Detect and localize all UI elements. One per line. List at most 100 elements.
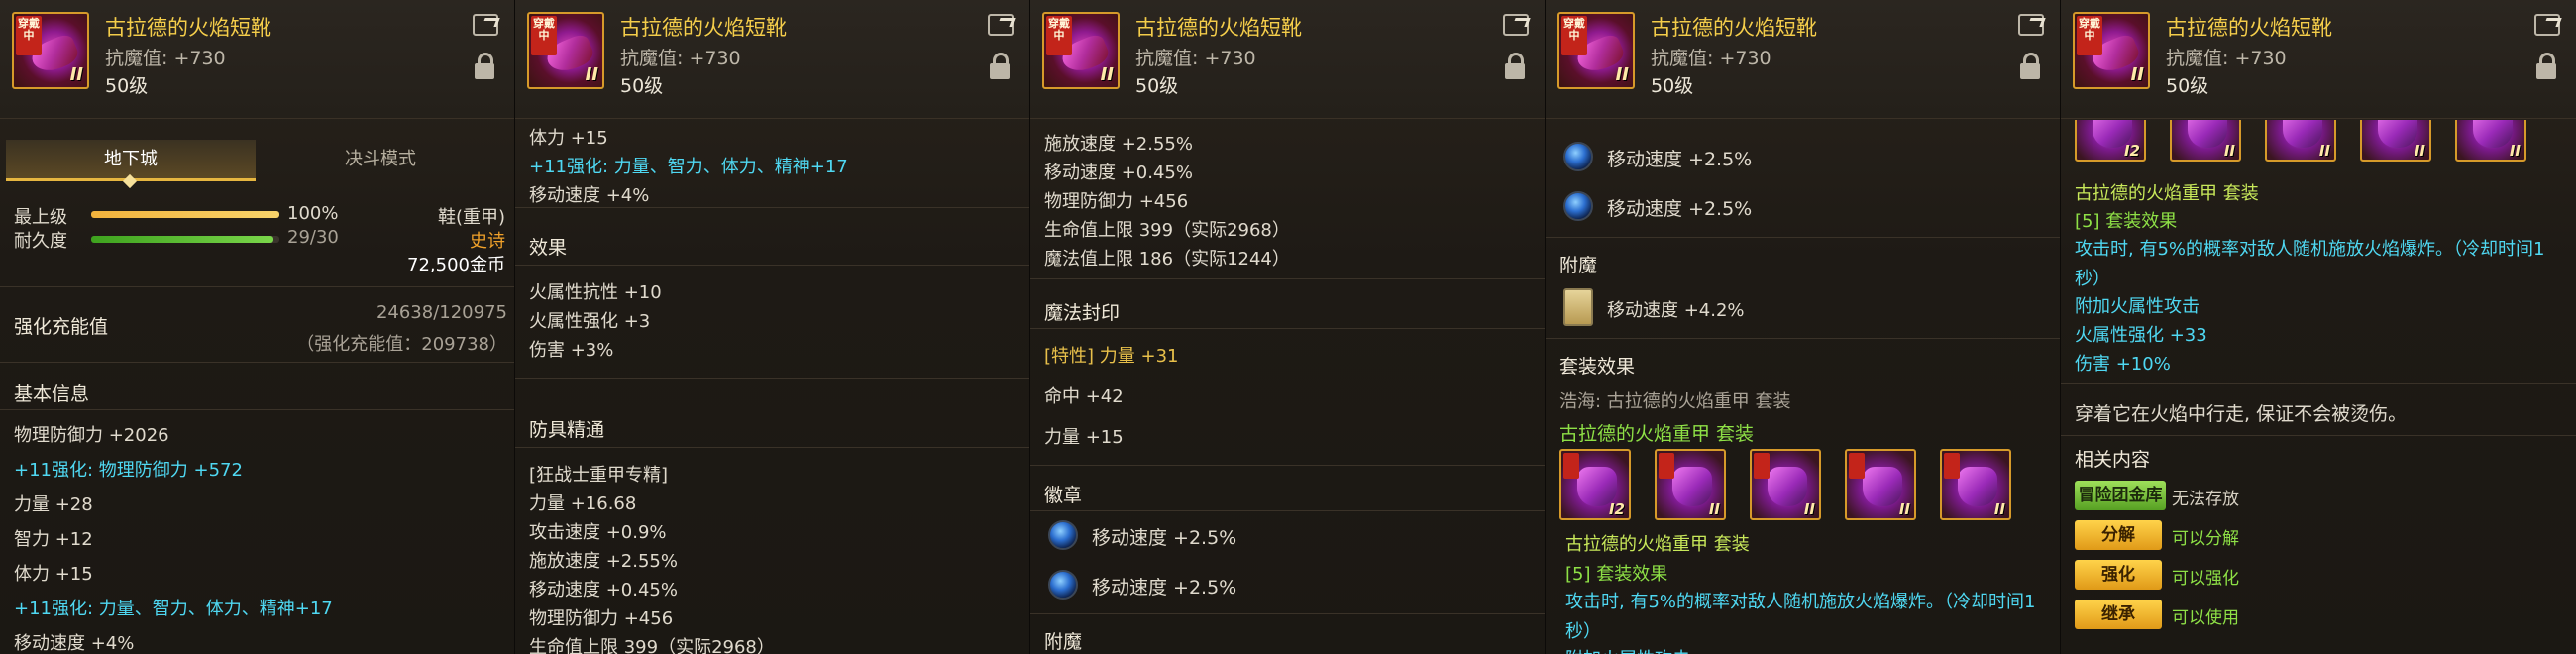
- stat-line: 体力 +15: [529, 128, 608, 149]
- set-item-icon[interactable]: II: [1655, 449, 1726, 520]
- share-icon[interactable]: [473, 14, 498, 36]
- equipped-badge: [1563, 453, 1579, 479]
- emblem-orb-icon: [1563, 142, 1593, 171]
- item-header: 穿戴中 II 古拉德的火焰短靴 抗魔值: +730 50级: [1030, 0, 1545, 119]
- tier-mark: II: [1100, 64, 1114, 85]
- magic-resist: 抗魔值: +730: [1651, 48, 1771, 69]
- share-icon[interactable]: [988, 14, 1014, 36]
- seal-title: 魔法封印: [1044, 302, 1121, 324]
- item-header: 穿戴中 II 古拉德的火焰短靴 抗魔值: +730 50级: [0, 0, 514, 119]
- lock-icon[interactable]: [990, 53, 1010, 79]
- item-level: 50级: [620, 75, 664, 97]
- stat-line: +11强化: 物理防御力 +572: [14, 460, 243, 481]
- tier-mark: II: [1898, 500, 1910, 518]
- mastery-line: 攻击速度 +0.9%: [529, 522, 667, 543]
- equipped-badge: 穿戴中: [1561, 16, 1587, 55]
- divider: [2061, 435, 2576, 436]
- action-button[interactable]: 强化: [2075, 560, 2162, 590]
- set-name-2: 古拉德的火焰重甲 套装: [1565, 534, 1750, 555]
- divider: [0, 286, 514, 287]
- action-button[interactable]: 分解: [2075, 520, 2162, 550]
- lock-icon[interactable]: [2536, 53, 2556, 79]
- magic-resist: 抗魔值: +730: [1135, 48, 1256, 69]
- item-level: 50级: [105, 75, 149, 97]
- mastery-line: 物理防御力 +456: [529, 608, 674, 629]
- panel-body: 地下城 决斗模式 最上级 100% 鞋(重甲) 耐久度 29/30 史诗 72,…: [0, 120, 514, 654]
- divider: [2061, 383, 2576, 384]
- set-item-icon[interactable]: II: [2265, 120, 2336, 162]
- set-source: 浩海: 古拉德的火焰重甲 套装: [1559, 391, 1791, 412]
- item-name: 古拉德的火焰短靴: [1135, 16, 1302, 40]
- divider: [1030, 613, 1545, 614]
- effect-title: 效果: [529, 237, 568, 259]
- set-name: 古拉德的火焰重甲 套装: [2075, 183, 2259, 204]
- equipped-badge: 穿戴中: [2077, 16, 2102, 55]
- stat-line: +11强化: 力量、智力、体力、精神+17: [14, 599, 333, 619]
- emblem-2: 移动速度 +2.5%: [1607, 198, 1753, 220]
- set-desc-2: 秒）: [1565, 621, 1601, 642]
- armor-icon: [1863, 467, 1902, 506]
- set-item-icon[interactable]: II: [1940, 449, 2011, 520]
- share-icon[interactable]: [2534, 14, 2560, 36]
- set-item-icon[interactable]: II: [2455, 120, 2526, 162]
- emblem-1: 移动速度 +2.5%: [1607, 149, 1753, 170]
- lock-icon[interactable]: [2020, 53, 2040, 79]
- divider: [515, 207, 1029, 208]
- stat-line: 物理防御力 +456: [1044, 191, 1189, 212]
- tier-mark: II: [585, 64, 598, 85]
- item-name: 古拉德的火焰短靴: [620, 16, 787, 40]
- charge-sub: （强化充能值：209738）: [296, 334, 507, 355]
- panel-body: I2 II II II II 古拉德的火焰重甲 套装 [5] 套装效果 攻击时, 有5%…: [2061, 120, 2576, 654]
- emblem-title: 徽章: [1044, 485, 1083, 506]
- item-level: 50级: [2166, 75, 2209, 97]
- divider: [515, 378, 1029, 379]
- set-item-icon[interactable]: II: [2360, 120, 2431, 162]
- lock-icon[interactable]: [1505, 53, 1525, 79]
- item-name: 古拉德的火焰短靴: [1651, 16, 1817, 40]
- action-button[interactable]: 继承: [2075, 600, 2162, 629]
- tier-mark: I2: [1608, 500, 1625, 518]
- share-icon[interactable]: [2018, 14, 2044, 36]
- action-button[interactable]: 冒险团金库: [2075, 481, 2166, 510]
- set-item-icon[interactable]: I2: [2075, 120, 2146, 162]
- effect-line: 火属性抗性 +10: [529, 282, 662, 303]
- effect-line: 火属性强化 +3: [529, 311, 651, 332]
- armor-icon: [2378, 120, 2417, 148]
- divider: [1030, 510, 1545, 511]
- equipped-badge: [1659, 453, 1674, 479]
- tooltip-panel-5: 穿戴中 II 古拉德的火焰短靴 抗魔值: +730 50级 I2 II II II II…: [2061, 0, 2576, 654]
- enchant-title: 附魔: [1559, 255, 1598, 276]
- item-icon: 穿戴中 II: [1042, 12, 1120, 89]
- stat-line: 力量 +28: [14, 494, 93, 515]
- item-level: 50级: [1651, 75, 1694, 97]
- set-extra-line: 火属性强化 +33: [2075, 325, 2207, 346]
- tab-dungeon[interactable]: 地下城: [6, 140, 256, 181]
- set-item-icon[interactable]: II: [1845, 449, 1916, 520]
- set-name: 古拉德的火焰重甲 套装: [1559, 423, 1755, 445]
- related-title: 相关内容: [2075, 449, 2151, 471]
- tab-pvp[interactable]: 决斗模式: [260, 140, 501, 181]
- enchant-value: 移动速度 +4.2%: [1607, 300, 1745, 321]
- armor-icon: [2473, 120, 2513, 148]
- tier-mark: I2: [2123, 142, 2140, 160]
- rarity: 史诗: [470, 231, 505, 252]
- divider: [515, 265, 1029, 266]
- armor-icon: [1768, 467, 1807, 506]
- equipped-badge: [1849, 453, 1865, 479]
- share-icon[interactable]: [1503, 14, 1529, 36]
- armor-icon: [2188, 120, 2227, 148]
- set-item-icon[interactable]: II: [2170, 120, 2241, 162]
- action-desc: 可以使用: [2172, 608, 2239, 628]
- lock-icon[interactable]: [475, 53, 494, 79]
- magic-resist: 抗魔值: +730: [105, 48, 226, 69]
- stat-line: 移动速度 +4%: [529, 185, 650, 206]
- seal-line: 力量 +15: [1044, 427, 1124, 448]
- set-item-icon[interactable]: I2: [1559, 449, 1631, 520]
- flavor-text: 穿着它在火焰中行走, 保证不会被烫伤。: [2075, 403, 2408, 425]
- tooltip-panel-3: 穿戴中 II 古拉德的火焰短靴 抗魔值: +730 50级 施放速度 +2.55…: [1030, 0, 1546, 654]
- tier-mark: II: [69, 64, 83, 85]
- divider: [515, 447, 1029, 448]
- stat-line: 体力 +15: [14, 564, 93, 585]
- set-item-icon[interactable]: II: [1750, 449, 1821, 520]
- tooltip-strip: 穿戴中 II 古拉德的火焰短靴 抗魔值: +730 50级 地下城 决斗模式 最…: [0, 0, 2576, 654]
